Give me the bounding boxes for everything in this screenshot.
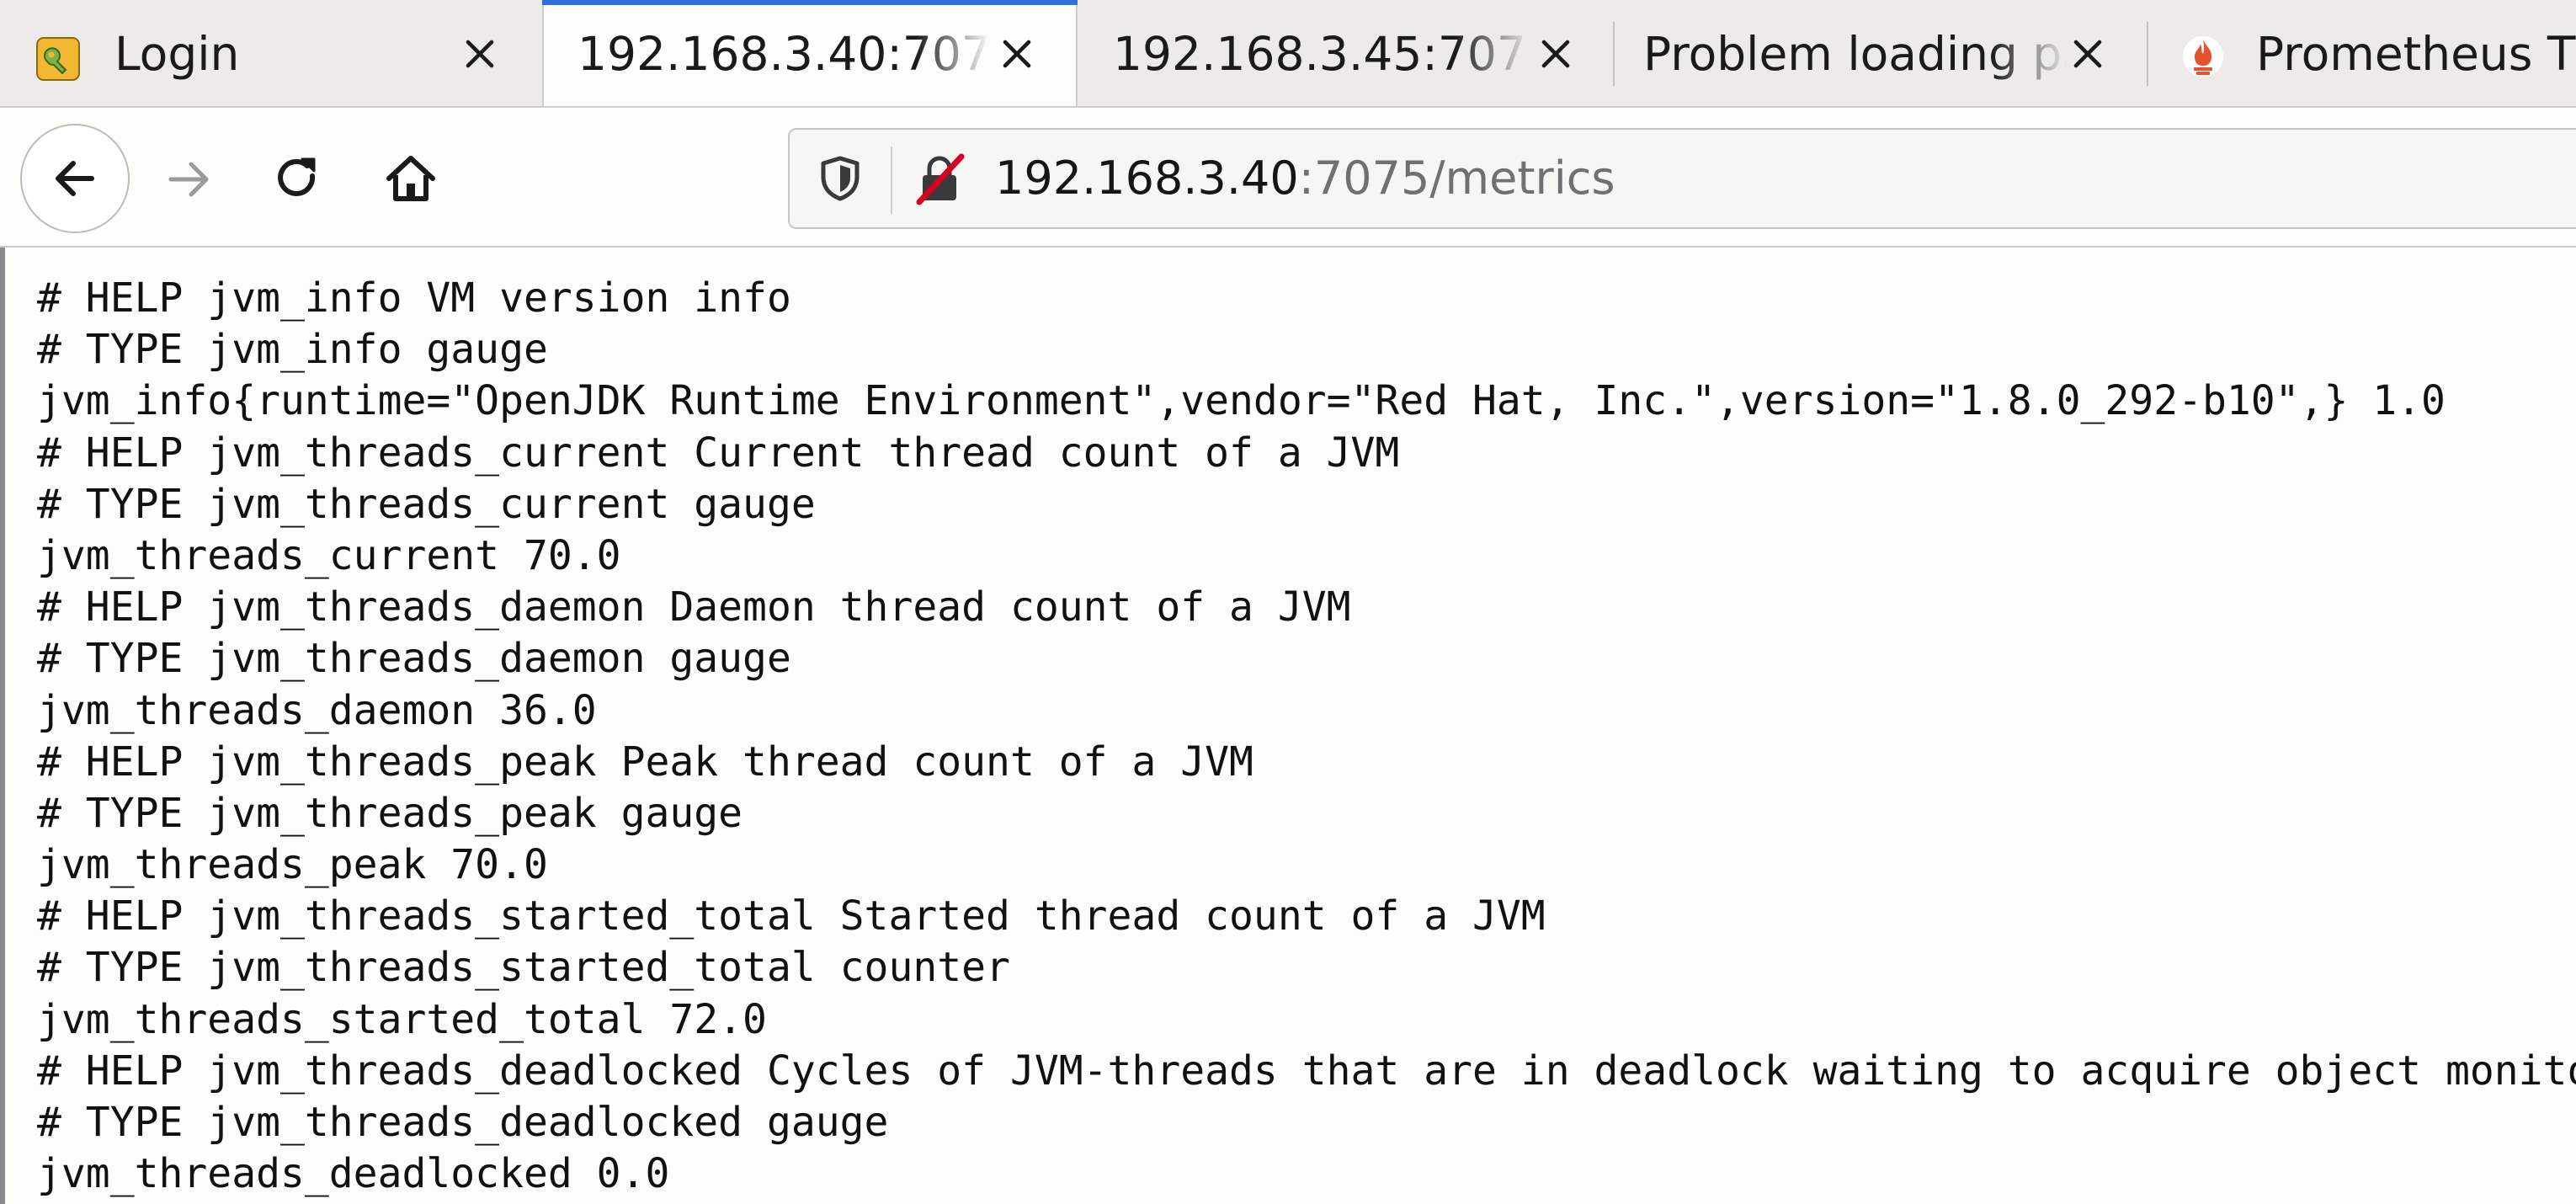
arrow-left-icon — [48, 152, 102, 205]
close-icon[interactable] — [1534, 32, 1578, 76]
tab-title: 192.168.3.40:7075/metrics — [577, 27, 990, 81]
metrics-line: # HELP jvm_threads_peak Peak thread coun… — [37, 738, 1253, 786]
metrics-line: # HELP jvm_threads_daemon Daemon thread … — [37, 583, 1351, 631]
url-text[interactable]: 192.168.3.40:7075/metrics — [995, 130, 1615, 227]
prometheus-icon — [2182, 35, 2224, 77]
close-icon[interactable] — [458, 32, 502, 76]
metrics-line: jvm_info{runtime="OpenJDK Runtime Enviro… — [37, 377, 2446, 425]
tracking-protection-shield-icon[interactable] — [815, 153, 865, 204]
forward-button[interactable] — [160, 150, 219, 209]
url-bar[interactable]: 192.168.3.40:7075/metrics — [788, 128, 2576, 229]
metrics-line: jvm_threads_started_total 72.0 — [37, 995, 767, 1043]
home-button[interactable] — [381, 148, 441, 209]
metrics-line: # HELP jvm_threads_current Current threa… — [37, 429, 1400, 477]
metrics-line: # TYPE jvm_threads_started_total counter — [37, 944, 1010, 992]
metrics-line: jvm_threads_current 70.0 — [37, 531, 621, 579]
tab-problem-loading[interactable]: Problem loading page — [1615, 0, 2147, 106]
metrics-line: jvm_threads_daemon 36.0 — [37, 686, 597, 734]
metrics-line: # HELP jvm_threads_deadlocked Cycles of … — [37, 1047, 2576, 1095]
tab-title: Prometheus Time Series Collection and Pr… — [2256, 27, 2576, 81]
tab-metrics-40[interactable]: 192.168.3.40:7075/metrics — [542, 0, 1078, 106]
tab-prometheus[interactable]: Prometheus Time Series Collection and Pr… — [2148, 0, 2576, 106]
close-icon[interactable] — [2066, 32, 2110, 76]
metrics-line: # HELP jvm_threads_started_total Started… — [37, 892, 1546, 940]
reload-button[interactable] — [268, 150, 327, 209]
metrics-line: # TYPE jvm_info gauge — [37, 326, 548, 374]
page-content: # HELP jvm_info VM version info # TYPE jv… — [0, 248, 2576, 1204]
tab-login[interactable]: Login — [0, 0, 542, 106]
url-path: :7075/metrics — [1298, 152, 1615, 205]
tab-title: 192.168.3.45:7075/metrics — [1113, 27, 1530, 81]
back-button[interactable] — [20, 124, 130, 233]
navigation-toolbar: 192.168.3.40:7075/metrics — [0, 108, 2576, 248]
tab-strip: Login 192.168.3.40:7075/metrics 192.168.… — [0, 0, 2576, 108]
metrics-line: jvm_threads_peak 70.0 — [37, 841, 548, 889]
metrics-line: # TYPE jvm_threads_deadlocked gauge — [37, 1099, 889, 1146]
metrics-line: jvm_threads_deadlocked 0.0 — [37, 1150, 670, 1198]
arrow-right-icon — [162, 152, 216, 206]
reload-icon — [270, 152, 324, 206]
tab-title: Problem loading page — [1643, 27, 2068, 81]
metrics-line: # TYPE jvm_threads_daemon gauge — [37, 635, 791, 683]
close-icon[interactable] — [995, 32, 1039, 76]
metrics-line: # TYPE jvm_threads_current gauge — [37, 480, 816, 528]
url-host: 192.168.3.40 — [995, 152, 1299, 205]
url-bar-separator — [891, 147, 892, 214]
metrics-text: # HELP jvm_info VM version info # TYPE jv… — [37, 273, 2576, 1200]
metrics-line: # HELP jvm_info VM version info — [37, 274, 791, 322]
insecure-connection-lock-icon[interactable] — [913, 152, 966, 205]
tab-title: Login — [114, 27, 240, 81]
login-page-icon — [35, 36, 81, 82]
home-icon — [382, 150, 439, 207]
tab-metrics-45[interactable]: 192.168.3.45:7075/metrics — [1079, 0, 1613, 106]
metrics-line: # TYPE jvm_threads_peak gauge — [37, 789, 743, 837]
